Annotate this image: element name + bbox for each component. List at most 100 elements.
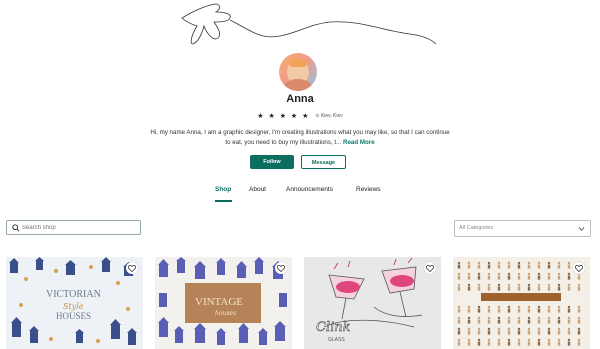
follow-button[interactable]: Follow bbox=[250, 155, 294, 169]
pattern-figure bbox=[477, 286, 481, 291]
pattern-figure bbox=[467, 319, 471, 324]
pattern-figure bbox=[457, 330, 461, 335]
pattern-figure bbox=[537, 341, 541, 346]
pattern-figure bbox=[537, 319, 541, 324]
avatar[interactable] bbox=[279, 53, 317, 91]
product-title-line-1: VICTORIAN bbox=[46, 289, 101, 300]
category-select[interactable]: All Categories bbox=[454, 220, 591, 237]
pattern-figure bbox=[527, 286, 531, 291]
pattern-figure bbox=[547, 286, 551, 291]
pattern-figure bbox=[517, 308, 521, 313]
product-card[interactable] bbox=[453, 257, 590, 349]
pattern-figure bbox=[507, 330, 511, 335]
search-box[interactable] bbox=[6, 220, 141, 235]
pattern-figure bbox=[497, 261, 501, 265]
pattern-figure bbox=[527, 319, 531, 324]
pattern-figure bbox=[527, 308, 531, 313]
favorite-button[interactable] bbox=[424, 262, 436, 274]
pattern-figure bbox=[567, 327, 571, 331]
pattern-figure bbox=[477, 327, 481, 331]
pattern-figure bbox=[477, 319, 481, 324]
pattern-figure bbox=[577, 275, 581, 280]
search-input[interactable] bbox=[22, 222, 137, 233]
pattern-figure bbox=[477, 264, 481, 269]
pattern-figure bbox=[517, 272, 521, 276]
pattern-figure bbox=[467, 327, 471, 331]
pattern-figure bbox=[507, 341, 511, 346]
tab-shop[interactable]: Shop bbox=[215, 186, 231, 193]
rating-stars: ★ ★ ★ ★ ★ bbox=[257, 113, 310, 120]
pattern-figure bbox=[577, 327, 581, 331]
pattern-figure bbox=[497, 330, 501, 335]
favorite-button[interactable] bbox=[126, 262, 138, 274]
product-card[interactable]: VICTORIAN Style HOUSES bbox=[6, 257, 143, 349]
pattern-figure bbox=[577, 319, 581, 324]
pattern-figure bbox=[547, 319, 551, 324]
pattern-figure bbox=[467, 283, 471, 287]
pattern-figure bbox=[537, 275, 541, 280]
pattern-figure bbox=[567, 283, 571, 287]
product-card[interactable]: VINTAGE houses bbox=[155, 257, 292, 349]
pattern-figure bbox=[547, 261, 551, 265]
pattern-figure bbox=[547, 264, 551, 269]
pattern-figure bbox=[467, 261, 471, 265]
pattern-figure bbox=[527, 305, 531, 309]
pattern-figure bbox=[477, 272, 481, 276]
pattern-figure bbox=[477, 338, 481, 342]
pattern-figure bbox=[457, 305, 461, 309]
pattern-figure bbox=[457, 319, 461, 324]
pattern-figure bbox=[507, 264, 511, 269]
pattern-figure bbox=[467, 305, 471, 309]
pattern-figure bbox=[577, 286, 581, 291]
pattern-figure bbox=[497, 305, 501, 309]
tab-announcements[interactable]: Announcements bbox=[286, 186, 333, 193]
product-image bbox=[453, 257, 590, 349]
pattern-figure bbox=[467, 308, 471, 313]
favorite-button[interactable] bbox=[573, 262, 585, 274]
pattern-figure bbox=[527, 261, 531, 265]
pattern-figure bbox=[507, 261, 511, 265]
pattern-figure bbox=[527, 283, 531, 287]
favorite-button[interactable] bbox=[275, 262, 287, 274]
pattern-figure bbox=[557, 283, 561, 287]
tab-reviews[interactable]: Reviews bbox=[356, 186, 381, 193]
pattern-figure bbox=[567, 272, 571, 276]
tab-about[interactable]: About bbox=[249, 186, 266, 193]
pattern-figure bbox=[497, 286, 501, 291]
pattern-figure bbox=[467, 341, 471, 346]
location: ⊙ Kiev, Kiev bbox=[315, 113, 343, 119]
pattern-figure bbox=[497, 275, 501, 280]
pattern-figure bbox=[567, 275, 571, 280]
category-select-value: All Categories bbox=[459, 225, 494, 231]
pattern-figure bbox=[567, 264, 571, 269]
message-button[interactable]: Message bbox=[301, 155, 346, 169]
pattern-figure bbox=[497, 341, 501, 346]
heart-icon bbox=[277, 264, 285, 272]
pattern-figure bbox=[547, 275, 551, 280]
pattern-figure bbox=[517, 264, 521, 269]
pattern-figure bbox=[537, 283, 541, 287]
product-card[interactable]: Clink GLASS bbox=[304, 257, 441, 349]
pattern-figure bbox=[537, 305, 541, 309]
pattern-figure bbox=[477, 305, 481, 309]
pattern-figure bbox=[457, 327, 461, 331]
pattern-figure bbox=[457, 283, 461, 287]
pattern-figure bbox=[457, 316, 461, 320]
pattern-figure bbox=[557, 316, 561, 320]
read-more-link[interactable]: Read More bbox=[343, 139, 375, 146]
pattern-figure bbox=[557, 272, 561, 276]
pattern-figure bbox=[537, 338, 541, 342]
pattern-figure bbox=[467, 338, 471, 342]
pattern-figure bbox=[567, 261, 571, 265]
pattern-figure bbox=[487, 338, 491, 342]
pattern-figure bbox=[537, 308, 541, 313]
pattern-figure bbox=[477, 316, 481, 320]
pattern-figure bbox=[517, 330, 521, 335]
pattern-figure bbox=[517, 319, 521, 324]
pattern-figure bbox=[517, 341, 521, 346]
pattern-figure bbox=[547, 338, 551, 342]
pattern-figure bbox=[527, 275, 531, 280]
pattern-figure bbox=[517, 275, 521, 280]
heart-icon bbox=[575, 264, 583, 272]
pattern-figure bbox=[477, 341, 481, 346]
